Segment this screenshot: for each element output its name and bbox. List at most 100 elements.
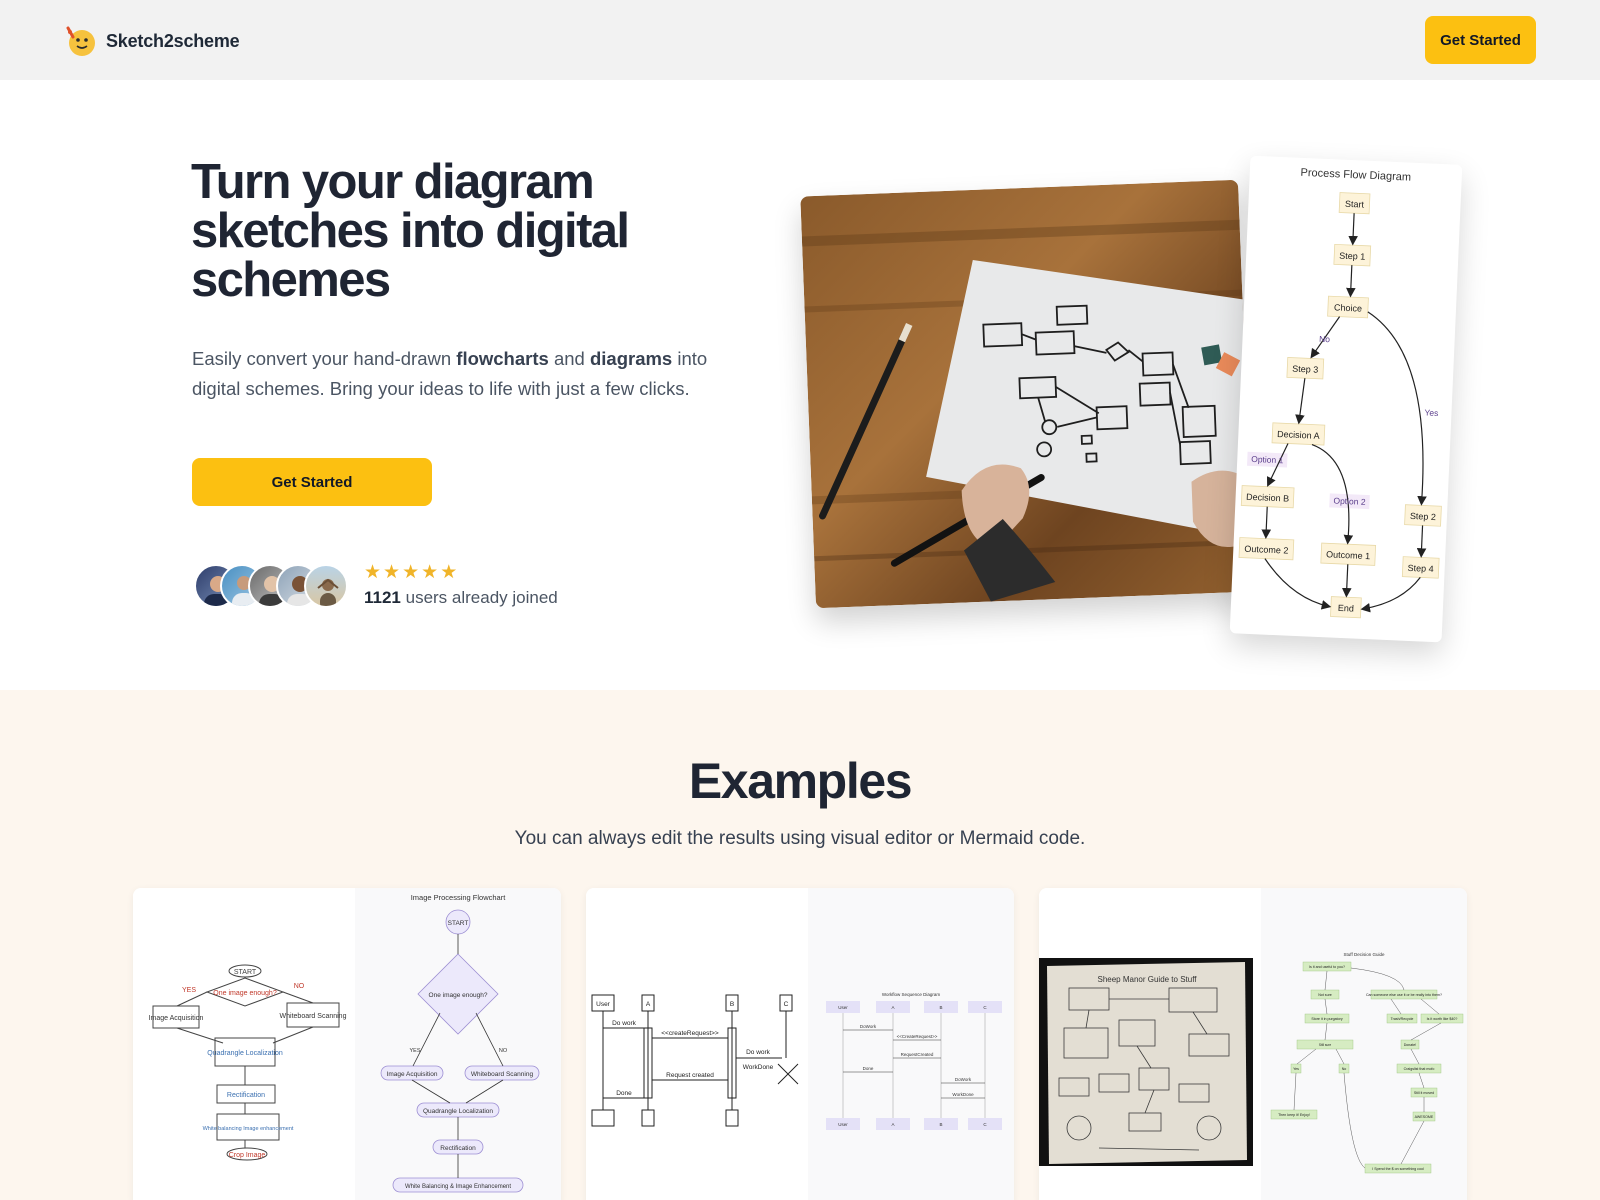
card1-edge-yes: YES — [409, 1048, 420, 1054]
card2-msg-dowork2: DoWork — [955, 1077, 972, 1082]
card1-edge-no: NO — [499, 1048, 508, 1054]
sketch3-title: Sheep Manor Guide to Stuff — [1097, 975, 1197, 984]
process-flow-card: Process Flow Diagram Start Step 1 Choice… — [1229, 155, 1463, 643]
card3-node-13: I Spend the $ on something cool — [1372, 1167, 1424, 1171]
card2-actor-a: A — [891, 1005, 894, 1010]
sketch1-no: NO — [294, 983, 305, 990]
card3-node-7: No — [1342, 1067, 1347, 1071]
card2-actor-b: B — [939, 1005, 942, 1010]
examples-title: Examples — [688, 753, 913, 809]
examples-subtitle: You can always edit the results using vi… — [514, 828, 1086, 849]
brand-logo-icon — [64, 24, 98, 58]
star-icon: ★ — [440, 562, 458, 583]
card2-actor-b-bottom: B — [939, 1122, 942, 1127]
sketch2-b: B — [730, 1001, 734, 1008]
example-result: Workflow Sequence Diagram User A B C Use… — [808, 888, 1014, 1200]
sketch2-create-request: <<createRequest>> — [661, 1030, 719, 1037]
flow-node-outcome1: Outcome 1 — [1326, 549, 1370, 561]
flow-edge-option1: Option 1 — [1251, 454, 1284, 465]
card1-quadrangle: Quadrangle Localization — [423, 1108, 493, 1115]
sketch2-workdone: WorkDone — [743, 1064, 774, 1071]
card2-title: Workflow Sequence Diagram — [882, 992, 940, 997]
flow-node-step4: Step 4 — [1407, 563, 1433, 574]
card2-msg-create-request: <<CreateRequest>> — [897, 1034, 938, 1039]
flow-node-start: Start — [1345, 199, 1365, 210]
card3-node-3: Store it in purgatory — [1311, 1017, 1343, 1021]
card2-msg-workdone: WorkDone — [952, 1092, 974, 1097]
users-joined: 1121 users already joined — [364, 588, 558, 608]
flow-node-choice: Choice — [1334, 302, 1362, 313]
hero-title: Turn your diagram sketches into digital … — [191, 155, 630, 307]
star-icon: ★ — [402, 562, 420, 583]
card3-node-6: Yes — [1293, 1067, 1299, 1071]
card3-node-4: Trash/Recycle — [1391, 1017, 1414, 1021]
star-icon: ★ — [421, 562, 439, 583]
star-icon: ★ — [364, 562, 382, 583]
sketch2-dowork2: Do work — [746, 1049, 771, 1056]
hero-subtitle-diagrams: diagrams — [589, 348, 673, 369]
sketch1-yes: YES — [182, 987, 196, 994]
users-count: 1121 — [364, 588, 401, 607]
card1-white-balance: White Balancing & Image Enhancement — [405, 1184, 511, 1190]
hero-subtitle-flowcharts: flowcharts — [456, 348, 549, 369]
sketch1-quadrangle: Quadrangle Localization — [207, 1050, 283, 1057]
sketch2-done: Done — [616, 1090, 632, 1097]
user-avatars — [194, 564, 354, 608]
card3-title: Stuff Decision Guide — [1344, 952, 1385, 957]
card3-node-11: AWESOME — [1415, 1115, 1434, 1119]
flow-node-decision-b: Decision B — [1246, 492, 1289, 504]
rating-stars: ★ ★ ★ ★ ★ — [364, 563, 457, 583]
example-sketch: Sheep Manor Guide to Stuff — [1039, 888, 1261, 1200]
flow-edge-option2: Option 2 — [1333, 496, 1366, 507]
flow-node-step1: Step 1 — [1339, 251, 1365, 262]
card1-whiteboard: Whiteboard Scanning — [471, 1071, 534, 1078]
flow-edge-yes: Yes — [1424, 407, 1438, 418]
example-result: Stuff Decision Guide Is it and useful to… — [1261, 888, 1467, 1200]
sketch2-request-created: Request created — [666, 1072, 714, 1079]
card1-start: START — [448, 920, 469, 927]
example-result: Image Processing Flowchart START One ima… — [355, 888, 561, 1200]
flow-title: Process Flow Diagram — [1300, 167, 1411, 184]
example-sketch: START One image enough? YES NO Image Acq… — [133, 888, 355, 1200]
star-icon: ★ — [383, 562, 401, 583]
nav-get-started-button[interactable]: Get Started — [1425, 16, 1536, 64]
sketch1-question: One image enough? — [213, 990, 277, 997]
card1-acquisition: Image Acquisition — [387, 1071, 438, 1078]
card2-actor-a-bottom: A — [891, 1122, 894, 1127]
sketch1-rectification: Rectification — [227, 1092, 265, 1099]
sketch1-acquisition: Image Acquisition — [149, 1015, 204, 1022]
hero-get-started-button[interactable]: Get Started — [192, 458, 432, 506]
card3-node-1: Not sure — [1318, 993, 1332, 997]
card3-node-question: Still sure — [1319, 1043, 1331, 1047]
sketch1-whiteboard: Whiteboard Scanning — [280, 1013, 347, 1020]
avatar — [304, 564, 348, 608]
sketch1-crop: Crop Image — [229, 1152, 266, 1159]
hero-subtitle-pre: Easily convert your hand-drawn — [192, 348, 457, 369]
card3-node-2: Can someone else use it or be really int… — [1366, 993, 1442, 997]
example-card-sequence[interactable]: User A B C Do work <<createRequest>> Do … — [586, 888, 1014, 1200]
example-card-image-processing[interactable]: START One image enough? YES NO Image Acq… — [133, 888, 561, 1200]
card2-actor-user-bottom: User — [838, 1122, 848, 1127]
sketch1-start: START — [234, 969, 257, 976]
sketch-photo — [800, 179, 1254, 609]
flow-node-step2: Step 2 — [1410, 511, 1436, 522]
card1-title: Image Processing Flowchart — [411, 893, 507, 902]
card3-node-5: Is it worth like $40? — [1427, 1017, 1458, 1021]
brand[interactable]: Sketch2scheme — [64, 24, 240, 58]
sketch1-white-balance: White balancing Image enhancement — [203, 1126, 294, 1132]
sketch2-c: C — [784, 1001, 789, 1008]
users-joined-text: users already joined — [400, 588, 558, 607]
example-card-stuff-guide[interactable]: Sheep Manor Guide to Stuff Stuff Decisio… — [1039, 888, 1467, 1200]
card2-msg-done: Done — [863, 1066, 874, 1071]
flow-edge-no: No — [1319, 334, 1331, 344]
sketch2-dowork: Do work — [612, 1020, 637, 1027]
flow-node-step3: Step 3 — [1292, 364, 1318, 375]
card3-node-0: Is it and useful to you? — [1309, 965, 1345, 969]
card2-msg-dowork: DoWork — [860, 1024, 877, 1029]
example-sketch: User A B C Do work <<createRequest>> Do … — [586, 888, 808, 1200]
hero-subtitle: Easily convert your hand-drawn flowchart… — [192, 344, 752, 404]
sketch2-user: User — [596, 1001, 611, 1008]
flow-node-outcome2: Outcome 2 — [1244, 544, 1288, 556]
flow-node-decision-a: Decision A — [1277, 429, 1320, 441]
brand-name: Sketch2scheme — [106, 30, 240, 51]
